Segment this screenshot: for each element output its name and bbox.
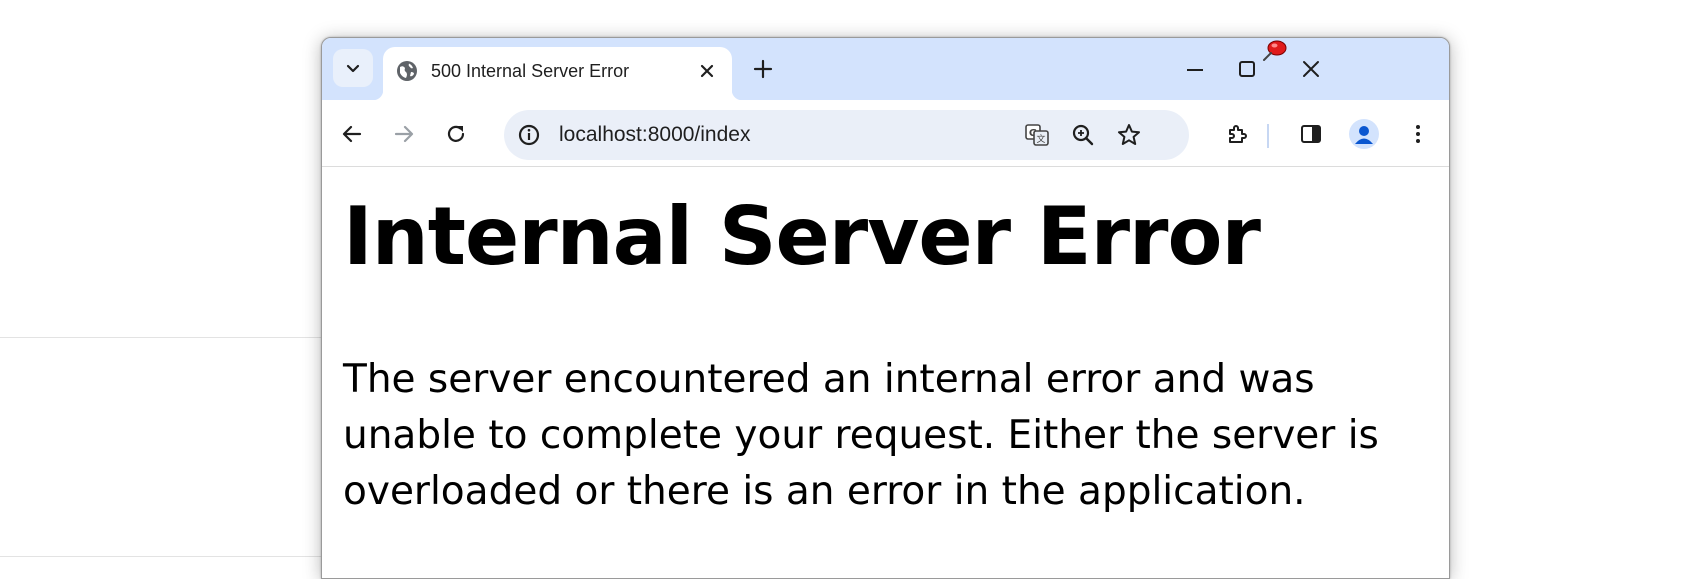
chevron-down-icon <box>346 64 360 73</box>
pushpin-icon <box>1263 40 1287 61</box>
new-tab-button[interactable] <box>752 58 774 80</box>
toolbar-divider <box>1267 124 1269 148</box>
profile-button[interactable] <box>1349 119 1379 149</box>
navigation-toolbar: localhost:8000/index G 文 <box>322 100 1449 167</box>
side-panel-icon[interactable] <box>1299 122 1323 146</box>
tab-active[interactable]: 500 Internal Server Error <box>373 47 742 100</box>
star-icon[interactable] <box>1116 122 1142 148</box>
more-icon[interactable] <box>1406 122 1430 146</box>
maximize-icon[interactable] <box>1236 58 1258 80</box>
url-text[interactable]: localhost:8000/index <box>559 123 750 147</box>
tab-title: 500 Internal Server Error <box>431 61 630 81</box>
background-divider <box>0 556 330 557</box>
profile-icon <box>1355 126 1373 144</box>
address-bar[interactable]: localhost:8000/index G 文 <box>504 110 1189 160</box>
extensions-icon[interactable] <box>1226 122 1250 146</box>
background-divider <box>0 337 330 338</box>
translate-icon[interactable]: G 文 <box>1024 122 1050 148</box>
globe-icon <box>397 61 417 81</box>
svg-text:文: 文 <box>1036 133 1045 145</box>
arrow-right-icon[interactable] <box>392 122 416 146</box>
tab-search-button[interactable] <box>333 49 373 87</box>
page-title: Internal Server Error <box>343 190 1261 283</box>
arrow-left-icon[interactable] <box>340 122 364 146</box>
reload-icon[interactable] <box>444 122 468 146</box>
browser-window: 500 Internal Server Error localhost:8000… <box>321 37 1450 579</box>
close-icon[interactable] <box>698 62 716 80</box>
zoom-icon[interactable] <box>1070 122 1096 148</box>
tab-strip: 500 Internal Server Error <box>322 38 1449 100</box>
info-icon[interactable] <box>516 122 542 148</box>
error-message: The server encountered an internal error… <box>343 357 1379 514</box>
close-window-icon[interactable] <box>1300 58 1322 80</box>
minimize-icon[interactable] <box>1184 58 1206 80</box>
